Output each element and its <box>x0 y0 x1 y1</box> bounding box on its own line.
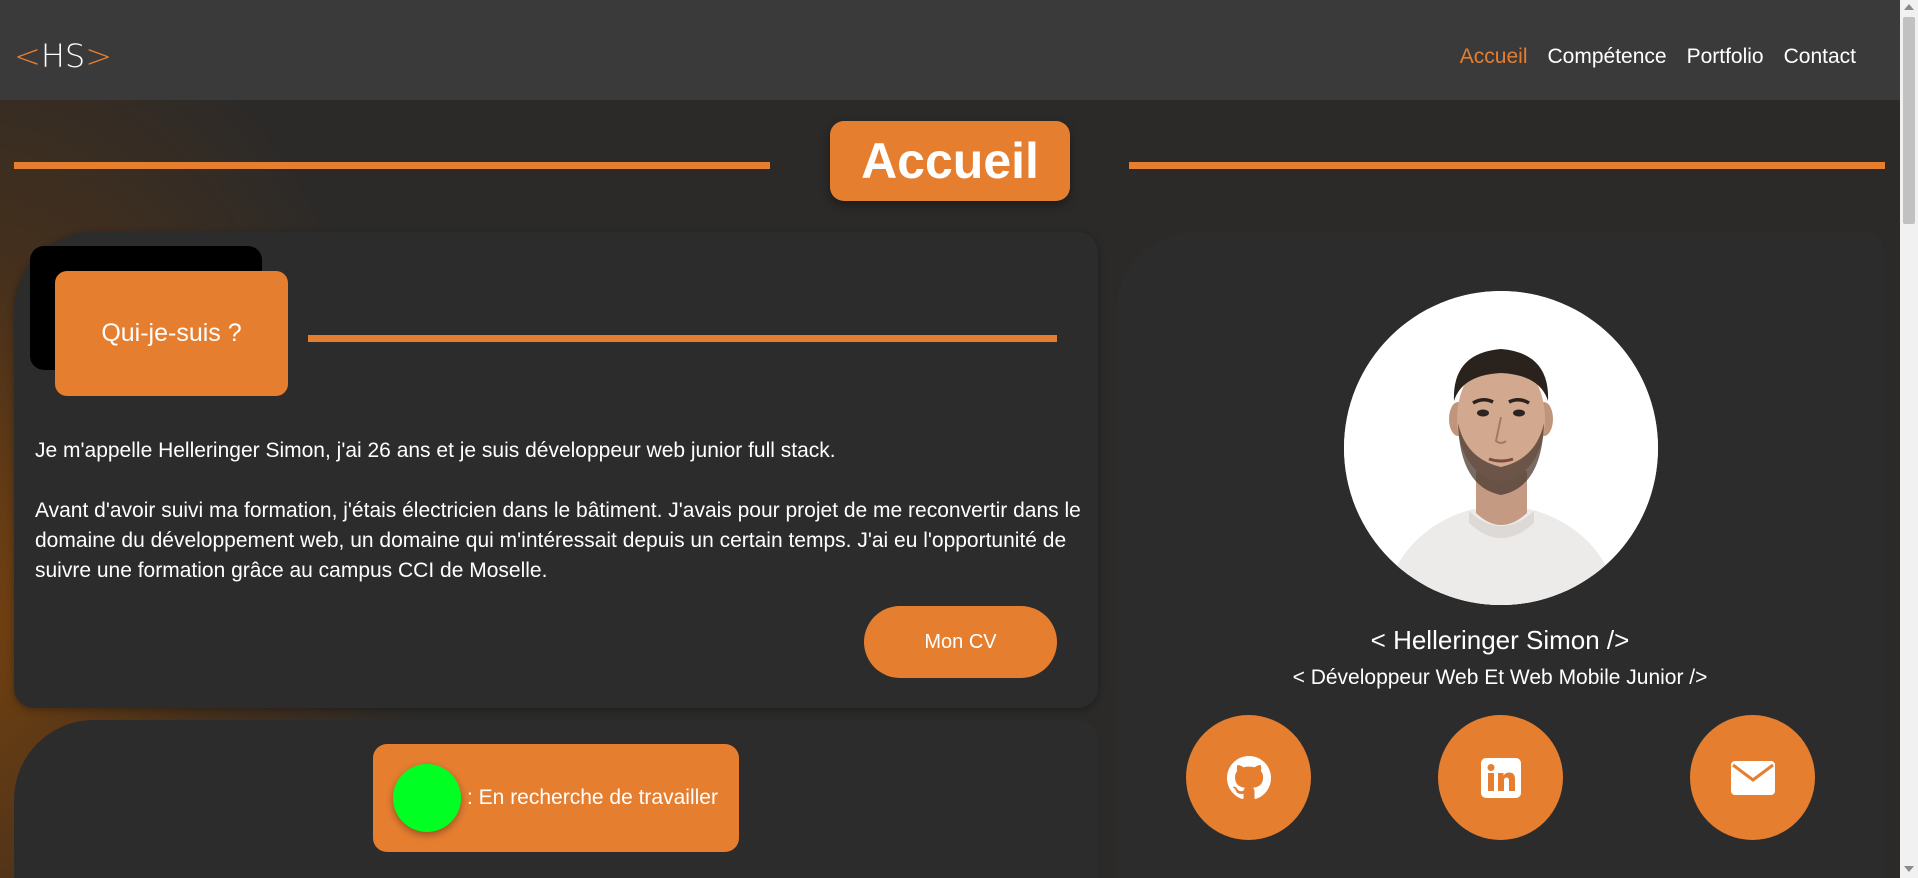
email-button[interactable] <box>1690 715 1815 840</box>
linkedin-icon <box>1480 757 1521 798</box>
status-text: : En recherche de travailler <box>467 786 718 809</box>
github-icon <box>1226 755 1271 799</box>
section-title: Accueil <box>830 121 1070 201</box>
site-logo[interactable]: <HS> <box>14 36 112 76</box>
job-status-badge: : En recherche de travailler <box>373 744 739 852</box>
cv-button[interactable]: Mon CV <box>864 606 1057 678</box>
scroll-up-arrow-icon[interactable] <box>1904 4 1914 10</box>
profile-role: < Développeur Web Et Web Mobile Junior /… <box>1292 666 1708 689</box>
logo-bracket-open: < <box>14 37 41 75</box>
avatar <box>1344 291 1658 605</box>
status-indicator-dot <box>393 764 461 832</box>
site-header: <HS> Accueil Compétence Portfolio Contac… <box>0 0 1900 100</box>
nav-link-contact[interactable]: Contact <box>1784 44 1856 70</box>
about-text: Je m'appelle Helleringer Simon, j'ai 26 … <box>35 436 1085 586</box>
avatar-photo <box>1344 291 1658 605</box>
nav-link-accueil[interactable]: Accueil <box>1460 44 1528 70</box>
about-paragraph-1: Je m'appelle Helleringer Simon, j'ai 26 … <box>35 439 836 462</box>
page-scrollbar[interactable] <box>1900 0 1918 878</box>
about-heading: Qui-je-suis ? <box>55 271 288 396</box>
linkedin-button[interactable] <box>1438 715 1563 840</box>
logo-bracket-close: > <box>85 37 112 75</box>
title-divider-left <box>14 162 770 169</box>
nav-link-portfolio[interactable]: Portfolio <box>1687 44 1764 70</box>
title-divider-right <box>1129 162 1885 169</box>
about-paragraph-2: Avant d'avoir suivi ma formation, j'étai… <box>35 499 1081 582</box>
scrollbar-thumb[interactable] <box>1903 17 1915 224</box>
mail-icon <box>1730 760 1775 795</box>
github-button[interactable] <box>1186 715 1311 840</box>
logo-text: HS <box>40 37 86 75</box>
profile-name: < Helleringer Simon /> <box>1370 625 1630 655</box>
about-heading-divider <box>308 335 1057 342</box>
nav-link-competence[interactable]: Compétence <box>1548 44 1667 70</box>
scroll-down-arrow-icon[interactable] <box>1904 866 1914 872</box>
main-nav: Accueil Compétence Portfolio Contact <box>1460 44 1856 70</box>
